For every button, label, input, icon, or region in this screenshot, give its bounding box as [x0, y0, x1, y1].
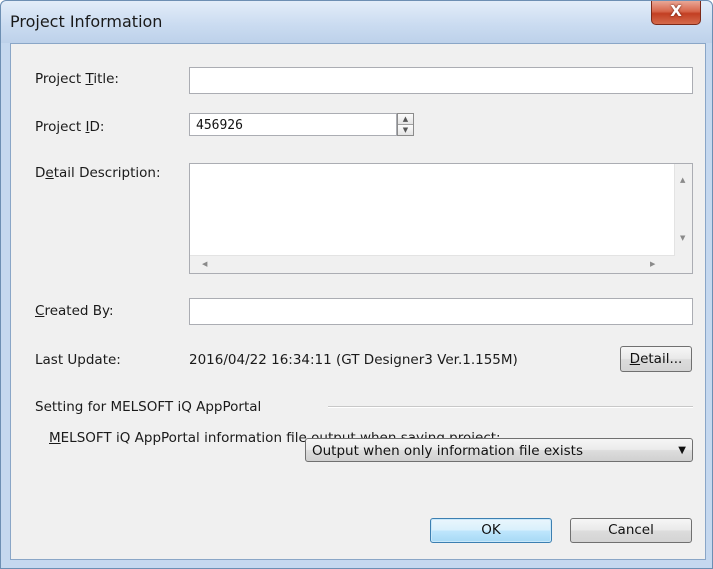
- detail-description-textarea[interactable]: ▲ ▼ ◀ ▶: [189, 163, 693, 274]
- detail-button[interactable]: Detail...: [620, 346, 692, 372]
- close-button[interactable]: X: [651, 1, 701, 25]
- ok-button[interactable]: OK: [430, 518, 552, 543]
- appportal-group-label: Setting for MELSOFT iQ AppPortal: [35, 399, 262, 415]
- scrollbar-corner: [675, 256, 692, 273]
- appportal-output-select[interactable]: Output when only information file exists…: [305, 438, 693, 462]
- scroll-left-arrow-icon[interactable]: ◀: [202, 260, 207, 268]
- cancel-button[interactable]: Cancel: [570, 518, 692, 543]
- group-separator: [328, 406, 693, 408]
- last-update-label: Last Update:: [35, 352, 121, 368]
- spin-up-arrow-icon[interactable]: ▲: [398, 114, 413, 125]
- scroll-down-arrow-icon[interactable]: ▼: [680, 234, 685, 242]
- close-icon: X: [670, 2, 682, 20]
- spin-down-arrow-icon[interactable]: ▼: [398, 125, 413, 135]
- project-id-spinner[interactable]: ▲ ▼: [397, 113, 414, 136]
- title-bar[interactable]: Project Information X: [1, 1, 712, 43]
- window-title: Project Information: [10, 12, 163, 31]
- detail-description-label: Detail Description:: [35, 165, 161, 181]
- scroll-up-arrow-icon[interactable]: ▲: [680, 176, 685, 184]
- project-information-dialog: Project Information X Project Title: Pro…: [0, 0, 713, 569]
- project-title-label: Project Title:: [35, 71, 119, 87]
- project-id-input[interactable]: 456926: [189, 113, 397, 136]
- project-id-value: 456926: [196, 118, 243, 133]
- project-title-input[interactable]: [189, 67, 693, 94]
- last-update-value: 2016/04/22 16:34:11 (GT Designer3 Ver.1.…: [189, 352, 518, 368]
- scroll-right-arrow-icon[interactable]: ▶: [650, 260, 655, 268]
- chevron-down-icon: ▼: [678, 445, 686, 456]
- project-id-label: Project ID:: [35, 119, 105, 135]
- created-by-label: Created By:: [35, 303, 114, 319]
- vertical-scrollbar[interactable]: ▲ ▼: [674, 164, 692, 256]
- appportal-output-selected: Output when only information file exists: [312, 443, 584, 459]
- horizontal-scrollbar[interactable]: ◀ ▶: [190, 255, 675, 273]
- created-by-input[interactable]: [189, 298, 693, 325]
